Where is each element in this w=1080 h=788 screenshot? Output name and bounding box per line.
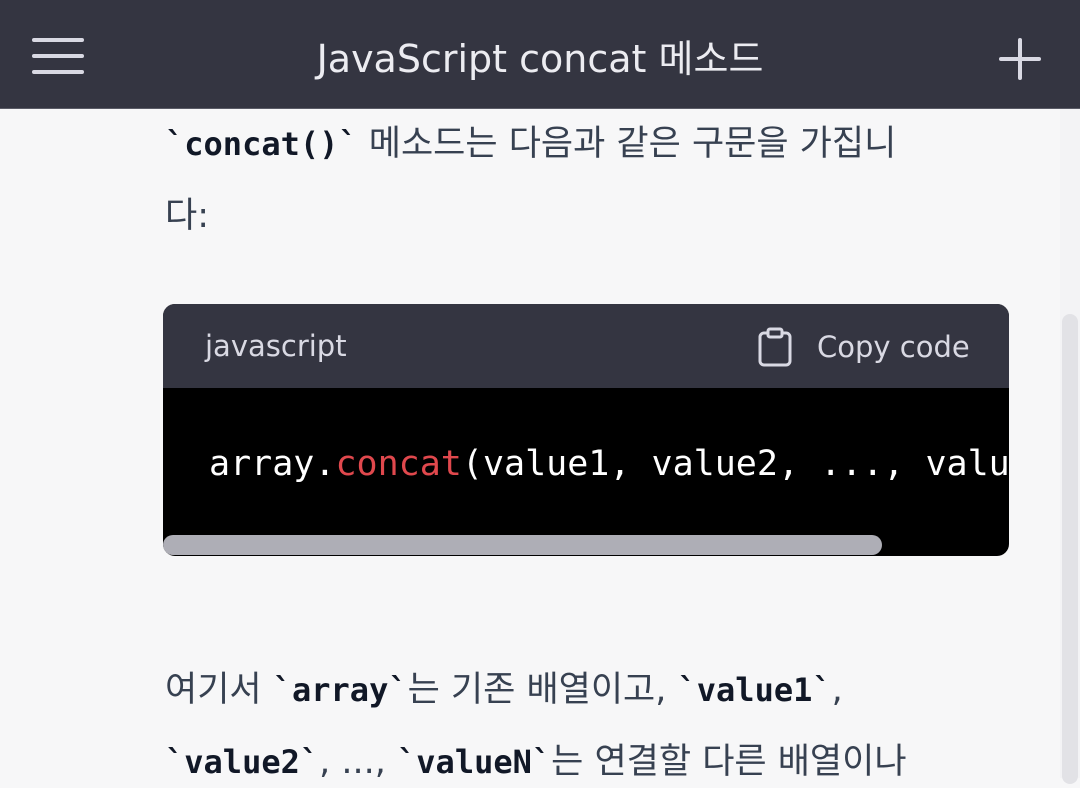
inline-code-valueN: `valueN` [397,743,552,781]
hamburger-menu-icon[interactable] [22,26,94,86]
new-chat-plus-icon[interactable] [990,30,1050,90]
paragraph-explanation-line2: `value2`, ..., `valueN`는 연결할 다른 배열이나 [165,736,1025,788]
paragraph-explanation: 여기서 `array`는 기존 배열이고, `value1`, [165,664,1025,716]
paragraph-text: 메소드는 다음과 같은 구문을 가집니 [357,124,897,164]
inline-code-value1: `value1` [677,671,832,709]
copy-code-label: Copy code [817,330,970,364]
code-block-header: javascript Copy code [163,304,1009,388]
inline-code-concat: `concat()` [165,125,358,163]
paragraph-text: , ..., [319,742,398,782]
inline-code-value2: `value2` [165,743,320,781]
paragraph-text: 는 연결할 다른 배열이나 [551,742,907,782]
horizontal-scrollbar-thumb[interactable] [163,535,882,555]
code-token-function: concat [335,444,462,484]
paragraph-syntax-intro: `concat()` 메소드는 다음과 같은 구문을 가집니 [165,118,1025,170]
code-token: array. [209,444,336,484]
code-line: array.concat(value1, value2, ..., valueN… [209,442,1009,486]
paragraph-syntax-intro-line2: 다: [165,196,209,236]
top-bar: JavaScript concat 메소드 [0,0,1080,109]
vertical-scrollbar-thumb[interactable] [1062,314,1078,784]
paragraph-text: 는 기존 배열이고, [407,670,678,710]
clipboard-icon [758,327,792,367]
code-token: (value1, value2, ..., valueN) [461,444,1009,484]
inline-code-array: `array` [272,671,408,709]
page-title: JavaScript concat 메소드 [316,37,764,81]
paragraph-text: 여기서 [165,670,273,710]
code-language-label: javascript [205,329,347,363]
copy-code-button[interactable]: Copy code [753,324,983,370]
code-block: javascript Copy code array.concat(value1… [163,304,1009,556]
paragraph-text: , [831,670,843,710]
